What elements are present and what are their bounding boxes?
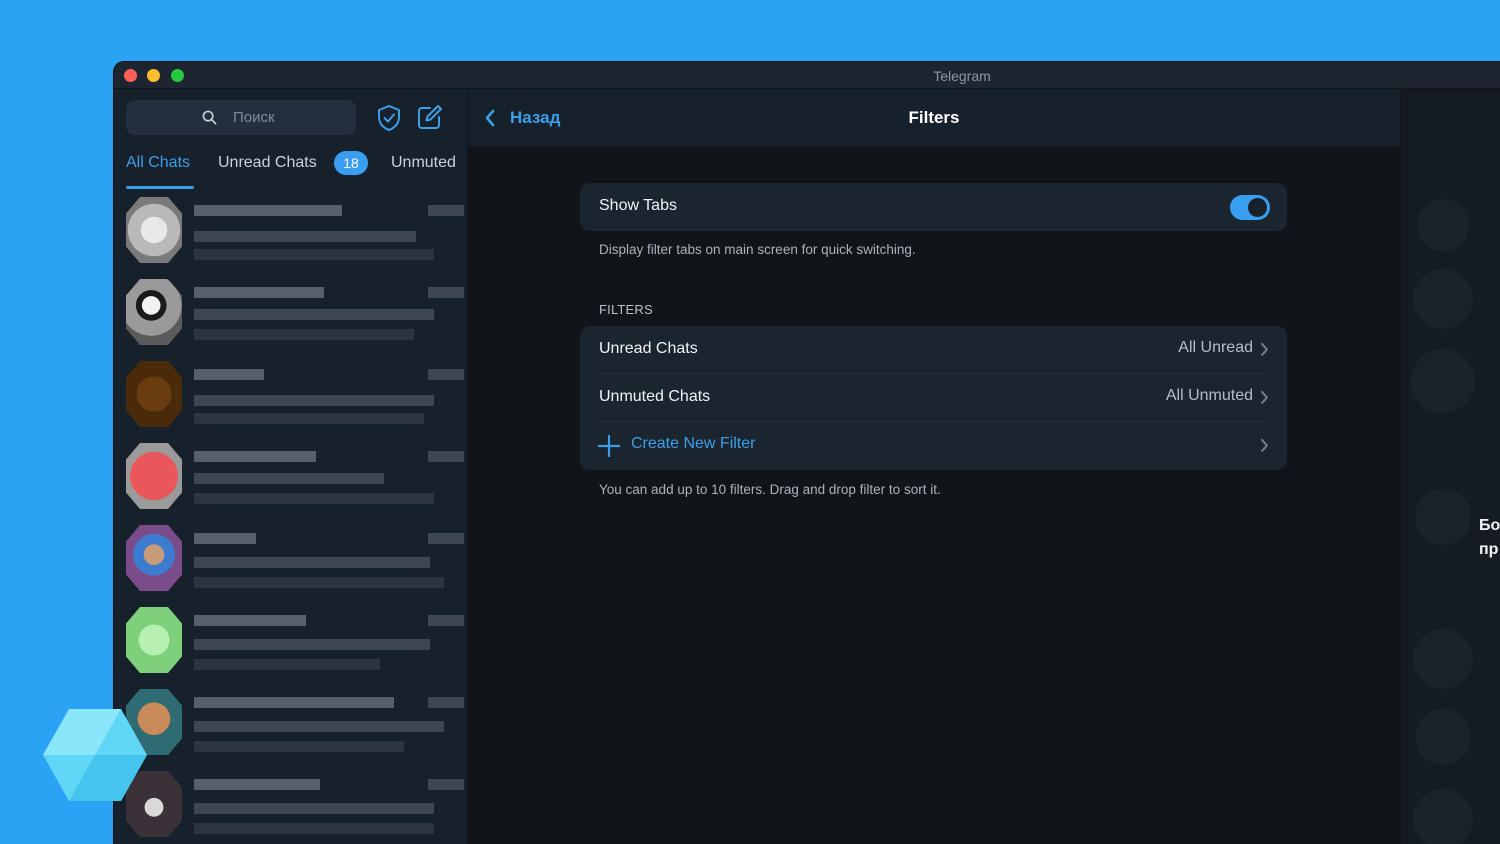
- compose-icon[interactable]: [416, 103, 444, 131]
- chat-list: [114, 191, 467, 844]
- chat-list-item[interactable]: [114, 355, 467, 437]
- filters-hint: You can add up to 10 filters. Drag and d…: [599, 482, 941, 497]
- filter-name: Unmuted Chats: [599, 388, 711, 405]
- filter-name: Unread Chats: [599, 340, 698, 357]
- right-panel-text: пр: [1479, 541, 1499, 558]
- filters-card: Unread Chats All Unread Unmuted Chats Al…: [580, 326, 1287, 470]
- chat-list-item[interactable]: [114, 683, 467, 765]
- chevron-right-icon: [1261, 439, 1268, 452]
- show-tabs-label: Show Tabs: [599, 197, 677, 214]
- toggle-knob: [1248, 198, 1267, 217]
- show-tabs-hint: Display filter tabs on main screen for q…: [599, 242, 916, 257]
- search-icon: [202, 110, 217, 125]
- chevron-right-icon: [1261, 391, 1268, 404]
- avatar: [126, 443, 182, 509]
- avatar: [126, 361, 182, 427]
- create-filter-label: Create New Filter: [631, 435, 756, 452]
- title-bar: Telegram: [114, 62, 1500, 89]
- chat-list-item[interactable]: [114, 601, 467, 683]
- settings-header: Назад Filters: [468, 89, 1400, 147]
- chevron-right-icon: [1261, 343, 1268, 356]
- telegram-window: Telegram Поиск All Chats Unread Chats 18…: [114, 62, 1500, 844]
- avatar: [126, 607, 182, 673]
- filters-section-label: FILTERS: [599, 302, 653, 317]
- unread-count-badge: 18: [334, 151, 368, 175]
- avatar: [126, 525, 182, 591]
- search-field[interactable]: Поиск: [126, 100, 356, 135]
- active-tab-indicator: [126, 186, 194, 189]
- plus-icon: [598, 435, 620, 457]
- show-tabs-toggle[interactable]: [1230, 195, 1270, 220]
- chat-list-item[interactable]: [114, 437, 467, 519]
- filter-row-unmuted[interactable]: Unmuted Chats All Unmuted: [580, 374, 1287, 422]
- sidebar: Поиск All Chats Unread Chats 18 Unmuted: [114, 89, 468, 844]
- page-title: Filters: [908, 108, 960, 127]
- chat-list-item[interactable]: [114, 273, 467, 355]
- tab-unread-chats[interactable]: Unread Chats: [218, 154, 317, 172]
- shield-icon[interactable]: [376, 104, 402, 132]
- cube-logo-icon: [43, 709, 147, 801]
- filters-settings: Show Tabs Display filter tabs on main sc…: [468, 148, 1400, 844]
- chat-list-item[interactable]: [114, 191, 467, 273]
- avatar: [126, 197, 182, 263]
- search-placeholder: Поиск: [233, 109, 275, 126]
- chat-list-item[interactable]: [114, 765, 467, 844]
- filter-row-unread[interactable]: Unread Chats All Unread: [580, 326, 1287, 374]
- filter-value: All Unmuted: [1165, 387, 1253, 404]
- avatar: [126, 279, 182, 345]
- chat-filter-tabs: All Chats Unread Chats 18 Unmuted: [114, 151, 467, 191]
- filter-value: All Unread: [1178, 339, 1253, 356]
- chat-list-item[interactable]: [114, 519, 467, 601]
- tab-all-chats[interactable]: All Chats: [126, 154, 190, 172]
- window-title: Telegram: [933, 68, 991, 84]
- show-tabs-card: Show Tabs: [580, 183, 1287, 231]
- right-panel: Бо пр: [1400, 89, 1500, 844]
- create-filter-row[interactable]: Create New Filter: [580, 422, 1287, 470]
- right-panel-text: Бо: [1479, 517, 1500, 534]
- tab-unmuted[interactable]: Unmuted: [391, 154, 456, 172]
